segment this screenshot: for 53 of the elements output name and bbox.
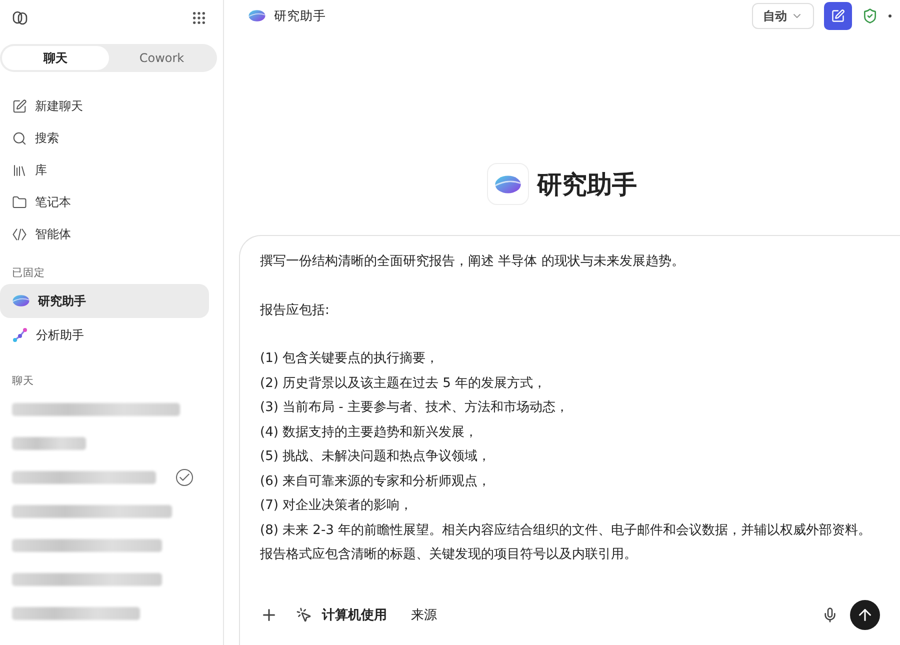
new-chat-button[interactable]	[824, 2, 852, 30]
send-button[interactable]	[850, 600, 880, 630]
nav-label: 新建聊天	[35, 98, 83, 114]
compose-icon	[12, 98, 27, 114]
cursor-click-icon	[296, 607, 312, 623]
add-icon[interactable]	[260, 606, 278, 624]
prompt-list-item: (3) 当前布局 - 主要参与者、技术、方法和市场动态，	[260, 399, 570, 417]
mode-tab[interactable]: Cowork	[108, 46, 215, 70]
section-heading: 聊天	[11, 374, 35, 389]
orb-logo-icon	[12, 294, 30, 308]
compose-icon	[831, 9, 845, 23]
header-title: 研究助手	[274, 8, 326, 24]
app-grid-icon[interactable]	[191, 10, 207, 26]
folder-icon	[12, 194, 27, 210]
mode-tab[interactable]: 聊天	[2, 46, 108, 70]
prompt-list-item: (1) 包含关键要点的执行摘要，	[260, 350, 440, 368]
search-icon	[12, 130, 27, 146]
nav-item[interactable]: 智能体	[0, 218, 223, 250]
prompt-list-item: (7) 对企业决策者的影响，	[260, 497, 414, 515]
nav-item[interactable]: 新建聊天	[0, 90, 223, 122]
orb-logo-icon	[494, 174, 522, 194]
nav-label: 库	[35, 162, 47, 178]
pinned-agent-item[interactable]: 研究助手	[0, 284, 209, 318]
agent-name: 研究助手	[537, 168, 637, 200]
orb-logo-icon	[248, 9, 266, 23]
library-icon	[12, 162, 27, 178]
prompt-list-item: (2) 历史背景以及该主题在过去 5 年的发展方式，	[260, 374, 548, 392]
prompt-intro: 撰写一份结构清晰的全面研究报告，阐述 半导体 的现状与未来发展趋势。	[260, 253, 686, 271]
app-logo-icon	[12, 10, 28, 26]
mode-dropdown[interactable]: 自动	[752, 3, 814, 29]
nav-label: 智能体	[35, 226, 71, 242]
sources-button[interactable]: 来源	[405, 606, 443, 624]
prompt-list-item: (6) 来自可靠来源的专家和分析师观点，	[260, 472, 492, 490]
nav-item[interactable]: 库	[0, 154, 223, 186]
more-icon[interactable]	[888, 14, 892, 18]
computer-use-button[interactable]: 计算机使用	[290, 606, 393, 624]
pinned-agent-label: 分析助手	[36, 326, 84, 344]
prompt-list-item: (8) 未来 2-3 年的前瞻性展望。相关内容应结合组织的文件、电子邮件和会议数据，并辅以权威外部资料。报告格式应包含清晰的标题、关键发现的项目符号以及内联引用。	[260, 522, 872, 564]
connected-dots-icon	[12, 327, 28, 343]
nav-label: 笔记本	[35, 194, 71, 210]
prompt-list-item: (5) 挑战、未解决问题和热点争议领域，	[260, 448, 492, 466]
shield-check-icon[interactable]	[862, 8, 878, 24]
nav-item[interactable]: 笔记本	[0, 186, 223, 218]
microphone-icon[interactable]	[822, 607, 838, 623]
prompt-list-item: (4) 数据支持的主要趋势和新兴发展，	[260, 424, 479, 442]
nav-item[interactable]: 搜索	[0, 122, 223, 154]
pinned-agent-label: 研究助手	[38, 292, 86, 310]
pinned-agent-item[interactable]: 分析助手	[0, 318, 209, 352]
section-heading: 已固定	[11, 266, 46, 281]
prompt-list-heading: 报告应包括:	[260, 302, 330, 320]
agent-icon	[12, 226, 27, 242]
prompt-composer[interactable]	[239, 235, 900, 645]
nav-label: 搜索	[35, 130, 59, 146]
